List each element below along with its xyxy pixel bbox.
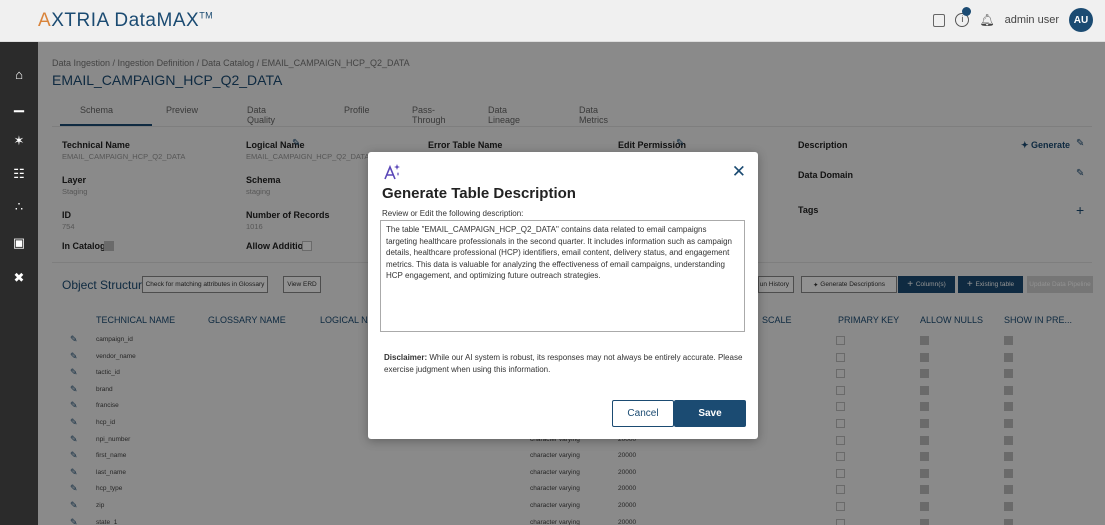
disclaimer: Disclaimer: While our AI system is robus… [384,352,744,376]
disclaimer-label: Disclaimer: [384,353,428,362]
tools-icon[interactable]: ✖ [11,270,27,286]
close-icon[interactable]: ✕ [732,162,746,182]
chart-icon[interactable]: ▁ [11,97,27,113]
document-icon[interactable] [933,13,946,27]
info-icon[interactable]: i [955,7,972,27]
magic-wand-icon[interactable]: ✶ [11,133,27,149]
sidebar: ⌂ ▁ ✶ ☷ ∴ ▣ ✖ [0,42,38,525]
disclaimer-text: While our AI system is robust, its respo… [384,353,743,374]
app-logo[interactable]: AXTRIA DataMAXTM [38,10,213,32]
document-list-icon[interactable]: ☷ [11,166,27,182]
dialog-title: Generate Table Description [382,185,576,202]
top-bar: AXTRIA DataMAXTM i 🔔︎ admin user AU [0,0,1105,42]
ai-sparkle-graphic [384,164,400,180]
nodes-icon[interactable]: ∴ [11,199,27,215]
header-actions: i 🔔︎ admin user AU [933,7,1093,32]
save-button[interactable]: Save [674,400,746,427]
logo-text: XTRIA DataMAX [51,10,200,31]
bell-icon[interactable]: 🔔︎ [979,13,994,27]
generate-description-dialog: ✕ Generate Table Description Review or E… [368,152,758,439]
user-name[interactable]: admin user [1005,14,1059,26]
logo-tm: TM [199,10,214,21]
dashboard-icon[interactable]: ▣ [11,235,27,251]
app-frame: AXTRIA DataMAXTM i 🔔︎ admin user AU ⌂ ▁ … [0,0,1105,525]
description-textarea[interactable]: The table "EMAIL_CAMPAIGN_HCP_Q2_DATA" c… [380,220,745,332]
avatar[interactable]: AU [1069,8,1093,32]
logo-mark: A [38,10,52,31]
notification-dot [962,7,972,16]
home-icon[interactable]: ⌂ [11,67,27,83]
cancel-button[interactable]: Cancel [612,400,674,427]
ai-sparkle-icon [382,162,400,180]
dialog-subtitle: Review or Edit the following description… [382,209,524,218]
